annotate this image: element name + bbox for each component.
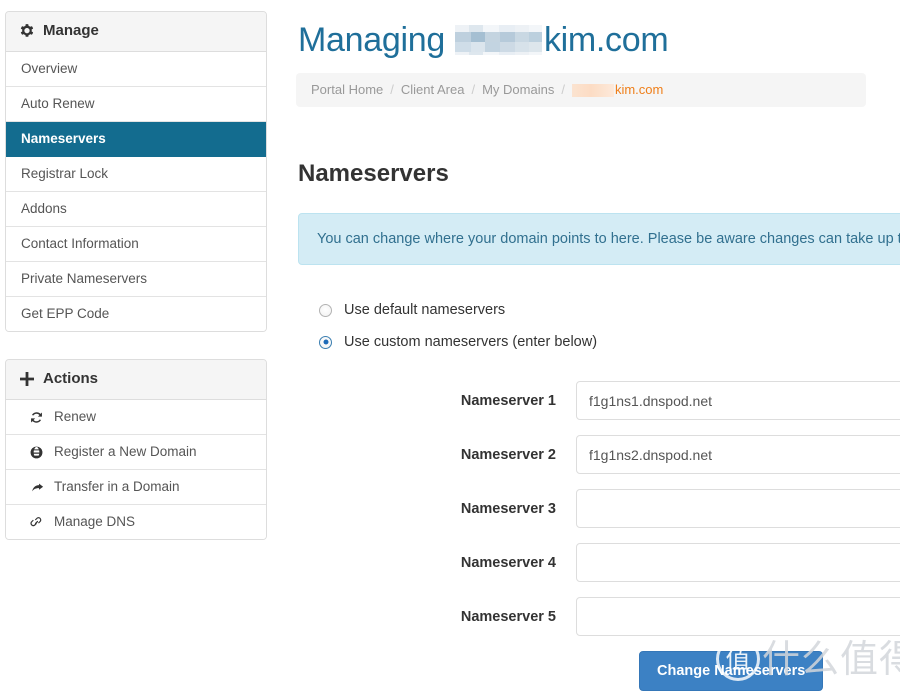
globe-icon	[30, 446, 45, 459]
input-nameserver-2[interactable]	[576, 435, 900, 474]
breadcrumb-item-client-area[interactable]: Client Area	[401, 82, 465, 98]
action-item-manage-dns-label: Manage DNS	[54, 514, 136, 529]
sidebar-item-get-epp-code[interactable]: Get EPP Code	[6, 297, 266, 331]
label-nameserver-3: Nameserver 3	[460, 501, 556, 517]
breadcrumb: Portal Home / Client Area / My Domains /…	[296, 73, 866, 107]
form-actions: Change Nameservers	[296, 651, 900, 691]
sidebar-item-nameservers[interactable]: Nameservers	[6, 122, 266, 157]
action-item-transfer-in-domain[interactable]: Transfer in a Domain	[6, 470, 266, 505]
sidebar-item-contact-information[interactable]: Contact Information	[6, 227, 266, 262]
actions-panel: Actions Renew Register a New Domain Tran…	[5, 359, 267, 540]
sidebar-item-private-nameservers[interactable]: Private Nameservers	[6, 262, 266, 297]
page-root: Manage Overview Auto Renew Nameservers R…	[0, 0, 900, 691]
breadcrumb-separator: /	[390, 82, 394, 97]
breadcrumb-separator: /	[561, 82, 565, 97]
form-row-nameserver-1: Nameserver 1	[296, 381, 900, 420]
action-item-manage-dns[interactable]: Manage DNS	[6, 505, 266, 539]
sidebar-item-auto-renew[interactable]: Auto Renew	[6, 87, 266, 122]
sidebar-item-addons[interactable]: Addons	[6, 192, 266, 227]
field-wrap-nameserver-4	[576, 543, 900, 582]
nameservers-form: Nameserver 1 Nameserver 2 Nameserver 3 N…	[296, 381, 900, 691]
nameserver-mode-radio-group: Use default nameservers Use custom names…	[296, 301, 900, 351]
input-nameserver-5[interactable]	[576, 597, 900, 636]
radio-option-default-nameservers[interactable]: Use default nameservers	[298, 301, 900, 319]
breadcrumb-item-current-domain[interactable]: kim.com	[571, 82, 664, 98]
label-nameserver-4: Nameserver 4	[460, 555, 556, 571]
breadcrumb-separator: /	[471, 82, 476, 97]
sidebar-item-registrar-lock[interactable]: Registrar Lock	[6, 157, 266, 192]
input-nameserver-4[interactable]	[576, 543, 900, 582]
manage-panel: Manage Overview Auto Renew Nameservers R…	[5, 11, 267, 332]
form-row-nameserver-4: Nameserver 4	[296, 543, 900, 582]
radio-default-nameservers-label: Use default nameservers	[344, 302, 506, 318]
label-nameserver-1: Nameserver 1	[460, 393, 556, 409]
field-wrap-nameserver-3	[576, 489, 900, 528]
link-icon	[30, 516, 45, 529]
actions-menu: Renew Register a New Domain Transfer in …	[6, 400, 266, 539]
field-wrap-nameserver-2	[576, 435, 900, 474]
manage-panel-heading: Manage	[6, 12, 266, 52]
arrow-forward-icon	[30, 481, 45, 494]
input-nameserver-1[interactable]	[576, 381, 900, 420]
action-item-register-new-domain[interactable]: Register a New Domain	[6, 435, 266, 470]
form-row-nameserver-2: Nameserver 2	[296, 435, 900, 474]
refresh-icon	[30, 411, 45, 424]
change-nameservers-button[interactable]: Change Nameservers	[639, 651, 824, 691]
redacted-domain-crumb-block	[571, 83, 614, 97]
page-title-prefix: Managing	[298, 21, 445, 59]
action-item-renew-label: Renew	[54, 409, 97, 424]
field-wrap-nameserver-1	[576, 381, 900, 420]
action-item-register-new-domain-label: Register a New Domain	[54, 444, 197, 459]
radio-option-custom-nameservers[interactable]: Use custom nameservers (enter below)	[298, 333, 900, 351]
radio-custom-nameservers-label: Use custom nameservers (enter below)	[344, 334, 598, 350]
manage-panel-heading-label: Manage	[43, 22, 99, 39]
redacted-domain-block	[454, 25, 542, 55]
sidebar: Manage Overview Auto Renew Nameservers R…	[5, 11, 267, 567]
radio-default-nameservers[interactable]	[319, 303, 332, 317]
action-item-transfer-in-domain-label: Transfer in a Domain	[54, 479, 180, 494]
form-row-nameserver-5: Nameserver 5	[296, 597, 900, 636]
breadcrumb-item-my-domains[interactable]: My Domains	[482, 82, 554, 98]
plus-icon	[20, 372, 34, 386]
form-actions-spacer	[296, 651, 576, 691]
page-title-domain-suffix: kim.com	[543, 21, 669, 59]
label-nameserver-5: Nameserver 5	[460, 609, 556, 625]
input-nameserver-3[interactable]	[576, 489, 900, 528]
page-title: Managing kim.com	[296, 0, 900, 64]
breadcrumb-current-domain-suffix: kim.com	[614, 82, 664, 97]
action-item-renew[interactable]: Renew	[6, 400, 266, 435]
actions-panel-heading-label: Actions	[43, 370, 99, 387]
info-alert: You can change where your domain points …	[298, 213, 900, 265]
section-title: Nameservers	[298, 160, 449, 187]
gear-icon	[20, 24, 34, 38]
sidebar-item-overview[interactable]: Overview	[6, 52, 266, 87]
field-wrap-nameserver-5	[576, 597, 900, 636]
radio-custom-nameservers[interactable]	[319, 335, 332, 349]
form-row-nameserver-3: Nameserver 3	[296, 489, 900, 528]
manage-menu: Overview Auto Renew Nameservers Registra…	[6, 52, 266, 331]
main-content: Managing kim.com Portal Home / Client Ar…	[296, 0, 900, 691]
label-nameserver-2: Nameserver 2	[460, 447, 556, 463]
actions-panel-heading: Actions	[6, 360, 266, 400]
breadcrumb-item-portal-home[interactable]: Portal Home	[311, 82, 383, 98]
